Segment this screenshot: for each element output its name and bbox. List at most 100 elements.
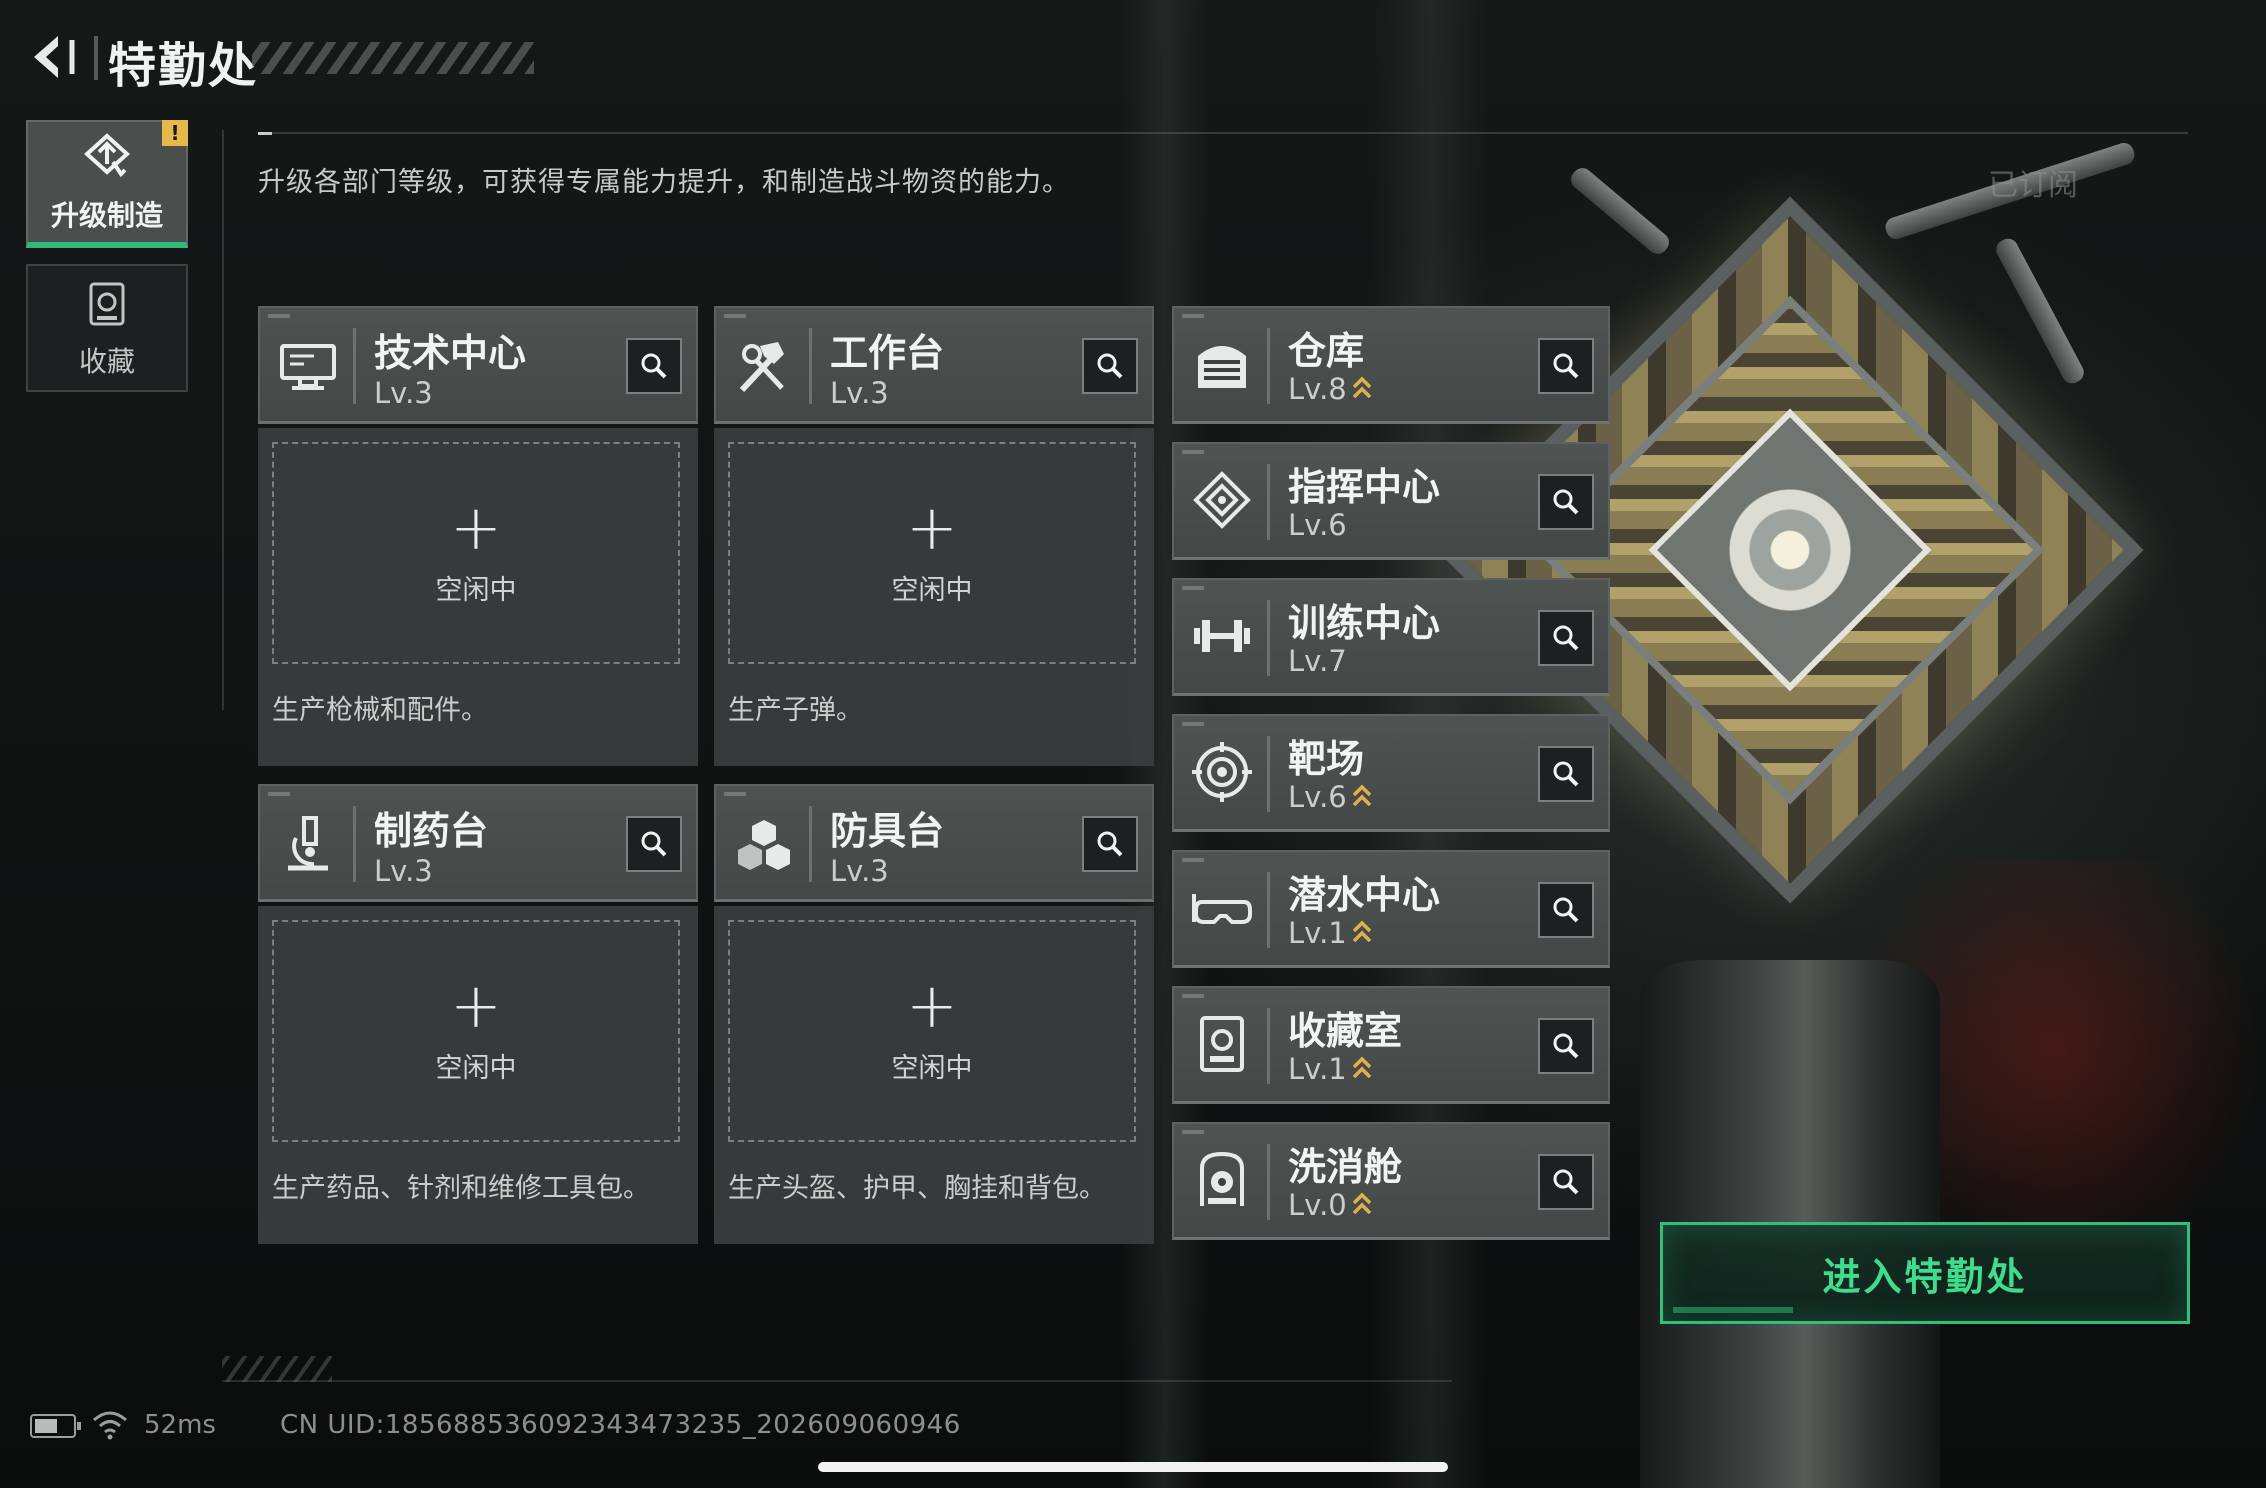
level-text: Lv.8 [1288,372,1347,406]
facility-card-tech-center: 技术中心 Lv.3 + 空闲中 生产枪械和配件。 [258,306,698,766]
corner-tag [1182,722,1204,726]
upgrade-icon [84,133,130,178]
section-description: 升级各部门等级，可获得专属能力提升，和制造战斗物资的能力。 [258,167,1070,198]
microscope-icon [288,816,328,871]
tab-collection[interactable]: 收藏 [26,264,188,392]
facility-description: 生产子弹。 [728,695,863,726]
upgrade-available-icon [1352,1192,1371,1215]
facility-row-warehouse[interactable]: 仓库 Lv.8 [1172,306,1610,424]
facility-name: 制药台 [374,809,489,853]
facility-card-pharmacy: 制药台 Lv.3 + 空闲中 生产药品、针剂和维修工具包。 [258,784,698,1244]
level-text: Lv.6 [1288,780,1347,814]
header-separator [353,328,356,404]
inspect-button[interactable] [1538,746,1594,802]
enter-special-ops-button[interactable]: 进入特勤处 [1660,1222,2190,1324]
corner-tag [268,314,290,318]
facility-card-armor-bench: 防具台 Lv.3 + 空闲中 生产头盔、护甲、胸挂和背包。 [714,784,1154,1244]
header-separator [1267,872,1270,948]
inspect-button[interactable] [1538,610,1594,666]
facility-name: 防具台 [830,809,945,853]
inspect-button[interactable] [1538,882,1594,938]
facility-row-diving-center[interactable]: 潜水中心 Lv.1 [1172,850,1610,968]
corner-tag [724,314,746,318]
inspect-button[interactable] [1082,338,1138,394]
add-icon: + [906,490,958,564]
armor-blocks-icon [738,820,790,870]
inspect-button[interactable] [626,816,682,872]
robot-arm [1566,164,1674,258]
production-slot[interactable]: + 空闲中 [272,920,680,1142]
inspect-button[interactable] [1538,474,1594,530]
facility-level: Lv.3 [830,376,889,410]
facility-description: 生产头盔、护甲、胸挂和背包。 [728,1173,1106,1204]
inspect-button[interactable] [1538,338,1594,394]
upgrade-available-icon [1352,784,1371,807]
facility-row-collection-room[interactable]: 收藏室 Lv.1 [1172,986,1610,1104]
production-slot[interactable]: + 空闲中 [272,442,680,664]
header-separator [1267,464,1270,540]
card-body: + 空闲中 生产药品、针剂和维修工具包。 [258,906,698,1244]
diving-mask-icon [1192,894,1252,924]
header-divider [258,132,2188,134]
search-icon [1097,353,1123,379]
back-arrow-icon [34,36,75,78]
corner-tag [1182,858,1204,862]
facility-row-decontamination[interactable]: 洗消舱 Lv.0 [1172,1122,1610,1240]
facility-name: 训练中心 [1288,601,1441,645]
battery-fill [35,1419,57,1433]
card-header: 防具台 Lv.3 [714,784,1154,902]
footer-divider [222,1380,1452,1382]
production-slot[interactable]: + 空闲中 [728,920,1136,1142]
decontamination-icon [1200,1151,1244,1206]
collection-icon [89,282,125,326]
facility-level: Lv.3 [374,854,433,888]
facility-level: Lv.8 [1288,372,1373,406]
facility-row-shooting-range[interactable]: 靶场 Lv.6 [1172,714,1610,832]
home-indicator[interactable] [818,1462,1448,1472]
inspect-button[interactable] [626,338,682,394]
tab-label: 升级制造 [50,199,163,232]
upgrade-available-icon [1352,1056,1371,1079]
search-icon [641,353,667,379]
user-uid: CN UID:185688536092343473235_20260906094… [280,1410,961,1440]
search-icon [1553,897,1579,923]
left-divider [222,130,224,710]
search-icon [1553,761,1579,787]
facility-name: 潜水中心 [1288,873,1441,917]
facility-level: Lv.1 [1288,916,1373,950]
footer-decoration [222,1356,332,1382]
header-separator [1267,328,1270,404]
level-text: Lv.0 [1288,1188,1347,1222]
tab-upgrade-manufacture[interactable]: ! 升级制造 [26,120,188,248]
back-button[interactable] [28,30,78,84]
card-body: + 空闲中 生产头盔、护甲、胸挂和背包。 [714,906,1154,1244]
facility-level: Lv.3 [830,854,889,888]
search-icon [1097,831,1123,857]
battery-icon [30,1414,81,1438]
card-body: + 空闲中 生产子弹。 [714,428,1154,766]
inspect-button[interactable] [1082,816,1138,872]
tab-label: 收藏 [78,345,135,378]
title-decoration [252,42,534,74]
facility-level: Lv.6 [1288,508,1347,542]
facility-level: Lv.7 [1288,644,1347,678]
inspect-button[interactable] [1538,1154,1594,1210]
card-header: 技术中心 Lv.3 [258,306,698,424]
facility-description: 生产药品、针剂和维修工具包。 [272,1173,650,1204]
search-icon [1553,489,1579,515]
header-separator [1267,1008,1270,1084]
facility-level: Lv.6 [1288,780,1373,814]
facility-name: 仓库 [1288,329,1365,373]
facility-row-training-center[interactable]: 训练中心 Lv.7 [1172,578,1610,696]
corner-tag [724,792,746,796]
target-icon [1192,742,1252,802]
facility-row-command-center[interactable]: 指挥中心 Lv.6 [1172,442,1610,560]
facility-description: 生产枪械和配件。 [272,695,488,726]
slot-status: 空闲中 [435,1052,517,1084]
inspect-button[interactable] [1538,1018,1594,1074]
add-icon: + [906,968,958,1042]
dumbbell-icon [1194,620,1250,652]
production-slot[interactable]: + 空闲中 [728,442,1136,664]
robot-arm [1992,235,2088,387]
corner-tag [1182,314,1204,318]
